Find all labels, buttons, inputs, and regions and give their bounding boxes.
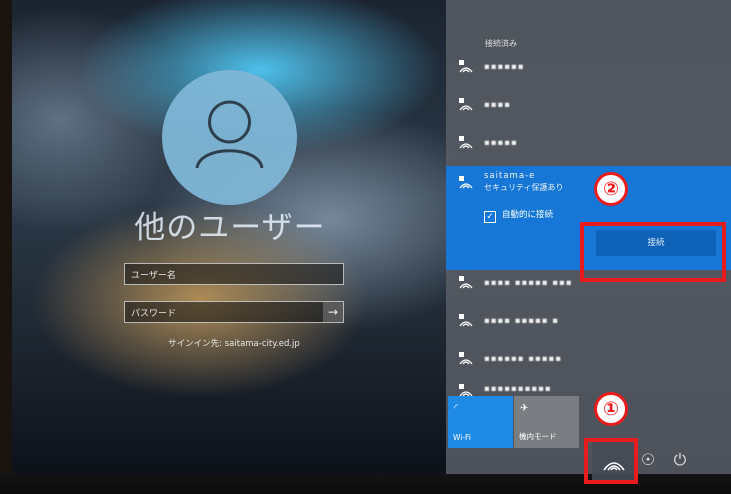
wifi-secured-icon xyxy=(459,60,473,73)
network-item[interactable]: ▪▪▪▪ xyxy=(446,88,731,130)
password-placeholder: パスワード xyxy=(131,309,177,319)
wifi-secured-icon xyxy=(459,314,473,327)
wifi-secured-icon xyxy=(459,276,473,289)
ease-of-access-icon[interactable]: ☉ xyxy=(636,440,660,480)
wifi-secured-icon xyxy=(459,136,473,149)
auto-connect-checkbox[interactable]: ✓ 自動的に接続 xyxy=(484,208,553,223)
airplane-icon: ✈ xyxy=(520,403,529,414)
checkbox-checked-icon: ✓ xyxy=(484,211,496,223)
user-avatar xyxy=(162,70,297,205)
screen-bezel-left xyxy=(0,0,12,494)
network-item[interactable]: ▪▪▪▪▪▪ ▪▪▪▪▪ xyxy=(446,342,731,384)
airplane-mode-tile[interactable]: ✈ 機内モード xyxy=(514,396,579,448)
username-placeholder: ユーザー名 xyxy=(131,271,176,281)
wifi-secured-icon xyxy=(459,176,473,189)
network-security-status: セキュリティ保護あり xyxy=(484,183,564,192)
network-name: ▪▪▪▪▪▪▪▪▪▪ xyxy=(484,384,552,394)
network-name: ▪▪▪▪▪▪ ▪▪▪▪▪ xyxy=(484,354,563,364)
user-icon xyxy=(195,100,264,169)
wifi-secured-icon xyxy=(459,98,473,111)
connected-label: 接続済み xyxy=(485,39,517,48)
power-icon[interactable]: ⏻ xyxy=(668,440,692,480)
step-2-marker: ② xyxy=(594,172,628,206)
wifi-tile-label: Wi-Fi xyxy=(453,433,471,442)
network-item[interactable]: ▪▪▪▪▪▪▪▪▪▪ xyxy=(446,380,731,397)
auto-connect-label: 自動的に接続 xyxy=(502,210,554,220)
signin-domain-text: サインイン先: saitama-city.ed.jp xyxy=(168,339,300,349)
highlight-network-box xyxy=(584,438,638,484)
airplane-tile-label: 機内モード xyxy=(519,432,557,441)
network-name: ▪▪▪▪ xyxy=(484,100,512,110)
network-item[interactable]: ▪▪▪▪▪ xyxy=(446,126,731,168)
submit-arrow-button[interactable]: → xyxy=(323,302,343,322)
network-name: ▪▪▪▪ ▪▪▪▪▪ ▪▪▪ xyxy=(484,278,573,288)
network-item[interactable]: ▪▪▪▪▪▪ xyxy=(446,50,731,92)
network-name: ▪▪▪▪▪ xyxy=(484,138,518,148)
step-1-marker: ① xyxy=(594,392,628,426)
network-item[interactable]: ▪▪▪▪ ▪▪▪▪▪ ▪ xyxy=(446,304,731,346)
wifi-toggle-tile[interactable]: ◜ Wi-Fi xyxy=(448,396,513,448)
user-display-name: 他のユーザー xyxy=(134,210,326,246)
wifi-icon: ◜ xyxy=(454,403,458,414)
network-name: ▪▪▪▪▪▪ xyxy=(484,62,525,72)
username-input[interactable]: ユーザー名 xyxy=(124,263,344,285)
network-name: saitama-e xyxy=(484,171,536,181)
wifi-secured-icon xyxy=(459,352,473,365)
network-name: ▪▪▪▪ ▪▪▪▪▪ ▪ xyxy=(484,316,560,326)
highlight-connect-box xyxy=(580,222,726,282)
password-input[interactable]: パスワード → xyxy=(124,301,344,323)
